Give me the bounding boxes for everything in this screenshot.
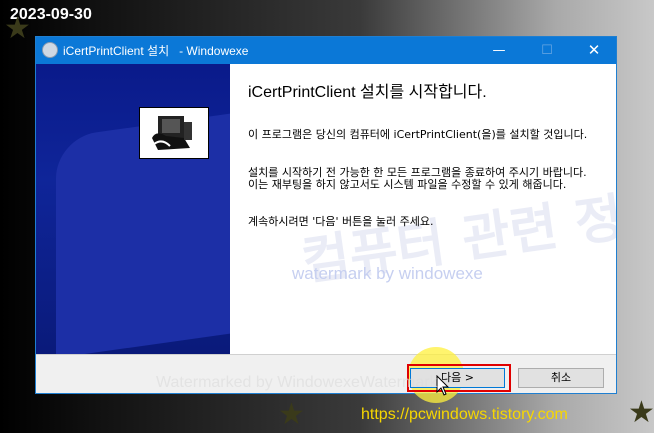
installer-logo-icon [139,107,209,159]
page-heading: iCertPrintClient 설치를 시작합니다. [248,84,487,101]
star-decoration: ★ [628,395,654,430]
cancel-button[interactable]: 취소 [518,368,604,388]
continue-text: 계속하시려면 '다음' 버튼을 눌러 주세요. [248,215,434,228]
installer-window: iCertPrintClient 설치 - Windowexe — ☐ ✕ 컴퓨… [35,36,617,403]
divider [36,354,616,355]
minimize-button[interactable]: — [476,37,522,64]
title-bar[interactable]: iCertPrintClient 설치 - Windowexe — ☐ ✕ [36,37,616,64]
close-button[interactable]: ✕ [571,37,617,64]
bottom-watermark: Watermarked by WindowexeWatermark [156,374,438,391]
description-text: 이 프로그램은 당신의 컴퓨터에 iCertPrintClient(을)를 설치… [248,128,588,141]
window-title: iCertPrintClient 설치 - Windowexe [63,44,249,58]
maximize-button[interactable]: ☐ [524,37,570,64]
site-url: https://pcwindows.tistory.com [361,406,568,423]
center-watermark: watermark by windowexe [292,264,483,283]
instruction-text: 설치를 시작하기 전 가능한 한 모든 프로그램을 종료하여 주시기 바랍니다.… [248,166,587,191]
star-decoration: ★ [4,11,31,46]
app-icon [42,42,58,58]
content-panel: 컴퓨터 관련 정보 iCertPrintClient 설치를 시작합니다. 이 … [230,64,616,354]
installer-banner [36,64,230,354]
star-decoration: ★ [278,397,305,432]
